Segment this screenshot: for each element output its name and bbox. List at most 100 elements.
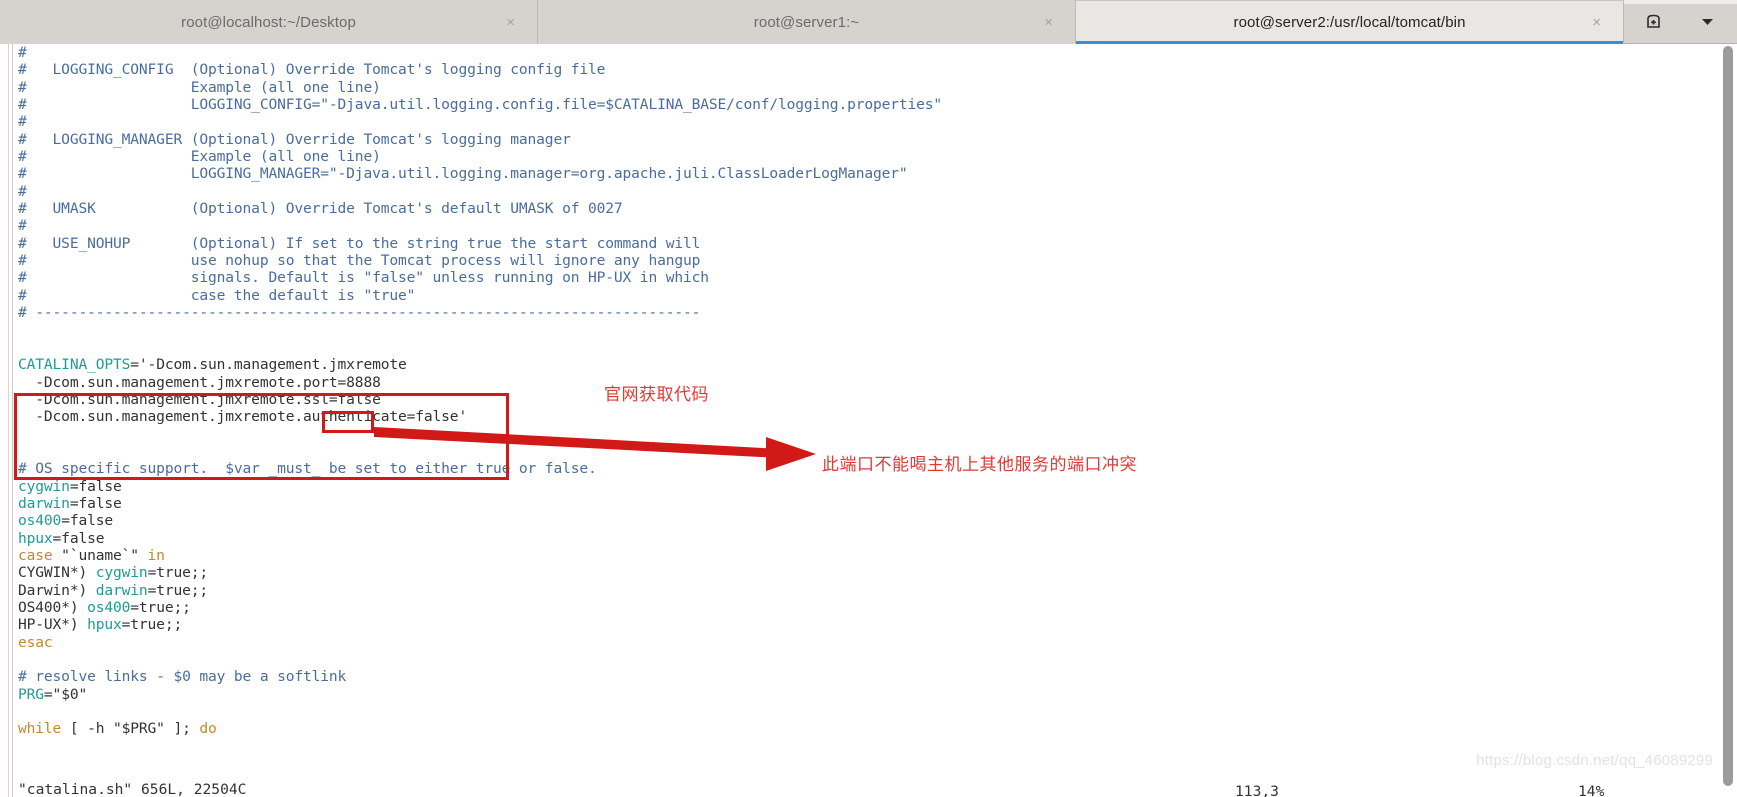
tab-root-server1[interactable]: root@server1:~ × xyxy=(538,0,1076,44)
code-line: # USE_NOHUP (Optional) If set to the str… xyxy=(18,235,1678,252)
code-token: =false xyxy=(52,529,105,547)
code-line: -Dcom.sun.management.jmxremote.authentic… xyxy=(18,408,1678,425)
code-token: # LOGGING_CONFIG (Optional) Override Tom… xyxy=(18,61,606,79)
code-token: PRG xyxy=(18,685,44,703)
code-token: # --------------------------------------… xyxy=(18,304,701,322)
close-icon[interactable]: × xyxy=(1592,15,1601,30)
code-token: # case the default is "true" xyxy=(18,286,416,304)
code-token: darwin xyxy=(18,494,70,512)
code-token: esac xyxy=(18,633,53,651)
code-line: # UMASK (Optional) Override Tomcat's def… xyxy=(18,200,1678,217)
code-line: # LOGGING_MANAGER="-Djava.util.logging.m… xyxy=(18,165,1678,182)
code-token: hpux xyxy=(87,616,122,634)
code-line: -Dcom.sun.management.jmxremote.port=8888 xyxy=(18,374,1678,391)
chevron-down-icon[interactable] xyxy=(1695,9,1721,35)
tab-label: root@server1:~ xyxy=(753,13,860,31)
code-line: while [ -h "$PRG" ]; do xyxy=(18,720,1678,737)
code-line: # case the default is "true" xyxy=(18,287,1678,304)
code-line: # --------------------------------------… xyxy=(18,304,1678,321)
vertical-scrollbar[interactable] xyxy=(1720,44,1737,797)
code-token: OS400*) xyxy=(18,599,88,616)
new-tab-icon[interactable] xyxy=(1641,9,1667,35)
tab-bar: root@localhost:~/Desktop × root@server1:… xyxy=(0,0,1737,44)
code-token: do xyxy=(199,720,217,738)
code-line: PRG="$0" xyxy=(18,686,1678,703)
code-token: in xyxy=(147,546,165,564)
code-token: -Dcom.sun.management.jmxremote.ssl=false xyxy=(18,390,381,408)
code-token: Darwin*) xyxy=(18,581,96,599)
code-token: # resolve links - $0 may be a softlink xyxy=(18,668,347,686)
code-line: cygwin=false xyxy=(18,478,1678,495)
close-icon[interactable]: × xyxy=(506,15,515,30)
code-token: =false xyxy=(69,494,122,512)
terminal-left-gutter xyxy=(0,44,13,797)
code-line: # Example (all one line) xyxy=(18,79,1678,96)
code-line: Darwin*) darwin=true;; xyxy=(18,582,1678,599)
code-line: os400=false xyxy=(18,512,1678,529)
code-token: # Example (all one line) xyxy=(18,78,381,96)
code-line: # xyxy=(18,183,1678,200)
status-file-info: "catalina.sh" 656L, 22504C xyxy=(18,781,247,797)
code-token: -Dcom.sun.management.jmxremote.authentic… xyxy=(18,408,468,426)
code-line: darwin=false xyxy=(18,495,1678,512)
code-token: while xyxy=(18,720,62,738)
code-line: # xyxy=(18,217,1678,234)
code-token: ='-Dcom.sun.management.jmxremote xyxy=(130,356,407,374)
code-line: # resolve links - $0 may be a softlink xyxy=(18,668,1678,685)
tab-root-localhost-desktop[interactable]: root@localhost:~/Desktop × xyxy=(0,0,538,44)
code-token: "`uname`" xyxy=(52,546,148,564)
terminal-window: root@localhost:~/Desktop × root@server1:… xyxy=(0,0,1737,797)
annotation-note-code-source: 官网获取代码 xyxy=(604,385,709,405)
status-scroll-percent: 14% xyxy=(1578,783,1605,797)
code-token: # USE_NOHUP (Optional) If set to the str… xyxy=(18,234,701,252)
code-token: =false xyxy=(69,477,122,495)
code-line: CYGWIN*) cygwin=true;; xyxy=(18,564,1678,581)
code-token: ="$0" xyxy=(43,685,88,703)
code-line: HP-UX*) hpux=true;; xyxy=(18,616,1678,633)
file-content: # # LOGGING_CONFIG (Optional) Override To… xyxy=(18,44,1678,738)
code-token: =true;; xyxy=(130,599,191,616)
code-token: CYGWIN*) xyxy=(18,564,96,582)
code-token: HP-UX*) xyxy=(18,616,88,634)
code-token: # UMASK (Optional) Override Tomcat's def… xyxy=(18,200,623,218)
code-line: OS400*) os400=true;; xyxy=(18,599,1678,616)
code-token: os400 xyxy=(18,512,62,530)
code-token: # use nohup so that the Tomcat process w… xyxy=(18,252,701,270)
vertical-scrollbar-thumb[interactable] xyxy=(1723,46,1733,786)
code-token: -Dcom.sun.management.jmxremote.port=8888 xyxy=(18,373,381,391)
code-line: # signals. Default is "false" unless run… xyxy=(18,269,1678,286)
code-line: # use nohup so that the Tomcat process w… xyxy=(18,252,1678,269)
code-line: case "`uname`" in xyxy=(18,547,1678,564)
tab-label: root@localhost:~/Desktop xyxy=(181,13,356,31)
code-token: =true;; xyxy=(121,616,183,634)
code-token: # OS specific support. $var _must_ be se… xyxy=(18,460,597,478)
code-token: case xyxy=(18,546,53,564)
terminal-body[interactable]: # # LOGGING_CONFIG (Optional) Override To… xyxy=(0,44,1737,797)
code-token: hpux xyxy=(18,529,53,547)
code-token: =true;; xyxy=(147,564,209,582)
code-line: hpux=false xyxy=(18,530,1678,547)
code-line: esac xyxy=(18,634,1678,651)
code-token: cygwin xyxy=(95,564,148,582)
code-token: # xyxy=(18,113,27,131)
code-token: os400 xyxy=(87,599,131,616)
status-cursor-position: 113,3 xyxy=(1235,783,1279,797)
tab-root-server2-tomcat-bin[interactable]: root@server2:/usr/local/tomcat/bin × xyxy=(1076,0,1624,44)
code-token: # Example (all one line) xyxy=(18,148,381,166)
tab-bar-actions xyxy=(1624,0,1737,43)
code-line: # LOGGING_CONFIG="-Djava.util.logging.co… xyxy=(18,96,1678,113)
close-icon[interactable]: × xyxy=(1044,15,1053,30)
annotation-note-port-conflict: 此端口不能喝主机上其他服务的端口冲突 xyxy=(822,455,1137,475)
code-token: # LOGGING_MANAGER (Optional) Override To… xyxy=(18,130,571,148)
code-line: # LOGGING_CONFIG (Optional) Override Tom… xyxy=(18,61,1678,78)
code-token: =false xyxy=(61,512,114,530)
code-line: # xyxy=(18,44,1678,61)
code-token: # signals. Default is "false" unless run… xyxy=(18,269,709,287)
code-line: CATALINA_OPTS='-Dcom.sun.management.jmxr… xyxy=(18,356,1678,373)
code-token: =true;; xyxy=(147,581,209,599)
